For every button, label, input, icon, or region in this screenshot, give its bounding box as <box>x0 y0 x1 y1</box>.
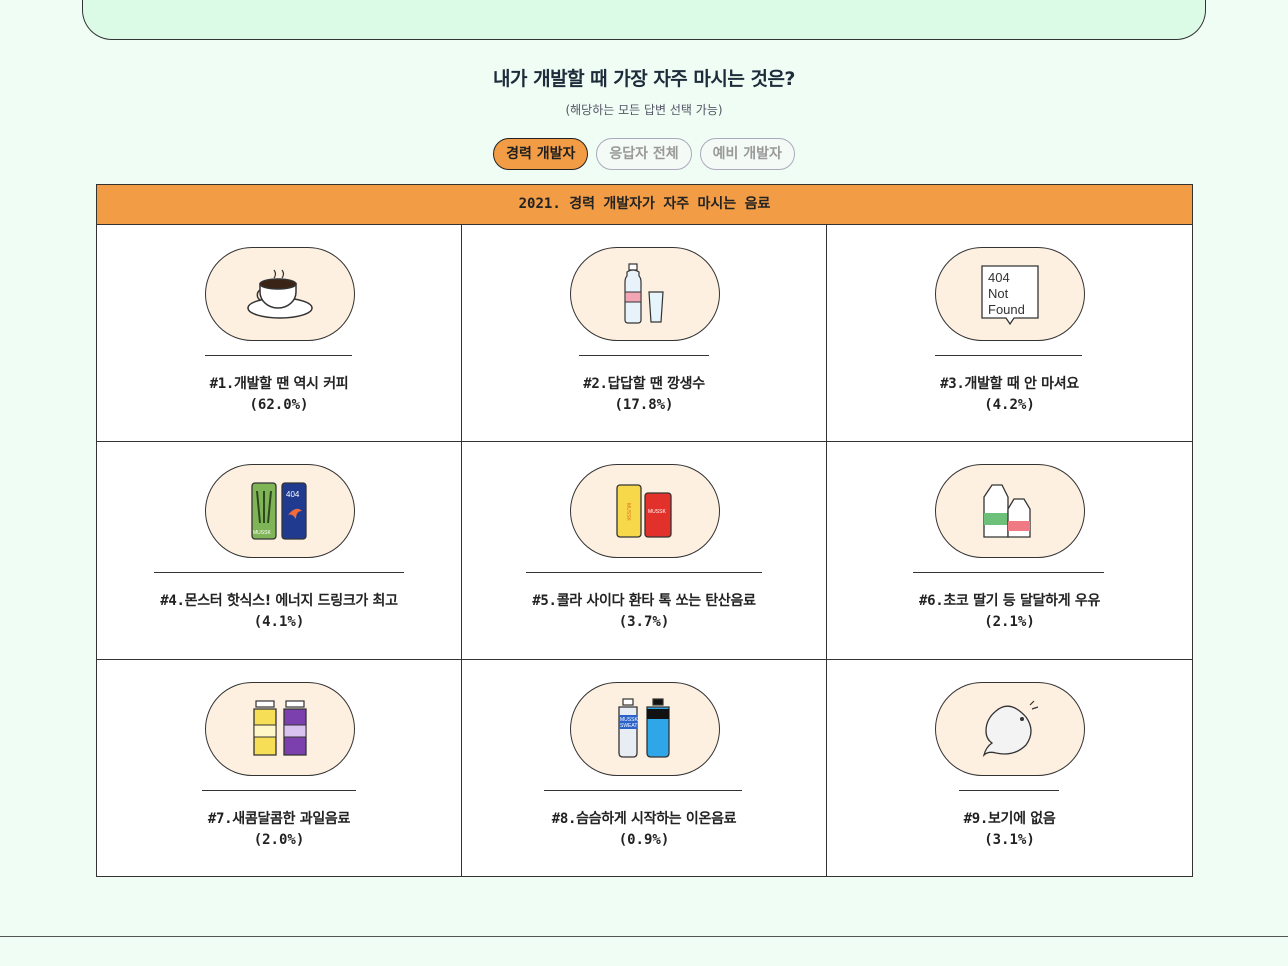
item-percentage: (4.2%) <box>984 397 1035 413</box>
item-percentage: (0.9%) <box>618 832 670 848</box>
result-item: MUSSK SWEAT #8.슴슴하게 시작하는 이온음료 (0.9%) <box>462 660 827 876</box>
survey-question: 내가 개발할 때 가장 자주 마시는 것은? <box>493 68 795 90</box>
item-percentage: (2.0%) <box>253 832 305 848</box>
item-percentage: (3.7%) <box>618 614 670 630</box>
result-item: MUSSK 404 #4.몬스터 핫식스! 에너지 드링크가 최고 (4.1%) <box>97 442 462 660</box>
item-label: #2.답답할 땐 깡생수 <box>583 376 705 392</box>
tab-all-respondents[interactable]: 응답자 전체 <box>596 138 692 170</box>
result-item: 404 Not Found #3.개발할 때 안 마셔요 (4.2%) <box>827 225 1192 442</box>
juice-bottle-icon <box>205 682 355 776</box>
item-label: #5.콜라 사이다 환타 톡 쏘는 탄산음료 <box>532 593 756 609</box>
item-label: #7.새콤달콤한 과일음료 <box>207 811 351 827</box>
item-percentage: (62.0%) <box>249 397 309 413</box>
result-item: #1.개발할 땐 역시 커피 (62.0%) <box>97 225 462 442</box>
item-percentage: (4.1%) <box>253 614 305 630</box>
survey-subtitle: (해당하는 모든 답변 선택 가능) <box>565 103 723 117</box>
svg-text:MUSSK: MUSSK <box>253 530 271 536</box>
result-item: #7.새콤달콤한 과일음료 (2.0%) <box>97 660 462 876</box>
ghost-icon <box>935 682 1085 776</box>
item-label: #6.초코 딸기 등 달달하게 우유 <box>918 593 1101 609</box>
footer-divider <box>0 936 1288 937</box>
item-percentage: (2.1%) <box>984 614 1035 630</box>
top-card <box>82 0 1206 40</box>
item-percentage: (3.1%) <box>984 832 1035 848</box>
energy-drink-icon: MUSSK 404 <box>205 464 355 558</box>
item-label: #8.슴슴하게 시작하는 이온음료 <box>551 811 737 827</box>
item-percentage: (17.8%) <box>614 397 674 413</box>
sports-drink-icon: MUSSK SWEAT <box>570 682 720 776</box>
result-item: #6.초코 딸기 등 달달하게 우유 (2.1%) <box>827 442 1192 660</box>
not-found-icon: 404 Not Found <box>935 247 1085 341</box>
svg-text:404: 404 <box>286 490 300 499</box>
item-label: #4.몬스터 핫식스! 에너지 드링크가 최고 <box>160 593 398 609</box>
svg-text:MUSSK: MUSSK <box>625 503 631 521</box>
coffee-cup-icon <box>205 247 355 341</box>
svg-text:SWEAT: SWEAT <box>620 723 637 729</box>
item-label: #9.보기에 없음 <box>963 811 1056 827</box>
tab-experienced-developer[interactable]: 경력 개발자 <box>493 138 589 170</box>
soda-can-icon: MUSSK MUSSK <box>570 464 720 558</box>
result-item: #2.답답할 땐 깡생수 (17.8%) <box>462 225 827 442</box>
milk-carton-icon <box>935 464 1085 558</box>
svg-text:MUSSK: MUSSK <box>648 509 666 515</box>
result-item: #9.보기에 없음 (3.1%) <box>827 660 1192 876</box>
svg-text:Not: Not <box>988 286 1009 301</box>
svg-text:Found: Found <box>988 302 1025 317</box>
tab-aspiring-developer[interactable]: 예비 개발자 <box>699 138 795 170</box>
table-title: 2021. 경력 개발자가 자주 마시는 음료 <box>97 185 1192 225</box>
item-label: #1.개발할 땐 역시 커피 <box>209 376 349 392</box>
water-bottle-icon <box>570 247 720 341</box>
tab-group: 경력 개발자 응답자 전체 예비 개발자 <box>0 138 1288 170</box>
result-item: MUSSK MUSSK #5.콜라 사이다 환타 톡 쏘는 탄산음료 (3.7%… <box>462 442 827 660</box>
item-label: #3.개발할 때 안 마셔요 <box>940 376 1079 392</box>
svg-text:404: 404 <box>988 270 1010 285</box>
results-table: 2021. 경력 개발자가 자주 마시는 음료 #1.개발할 땐 역시 커피 (… <box>96 184 1193 877</box>
